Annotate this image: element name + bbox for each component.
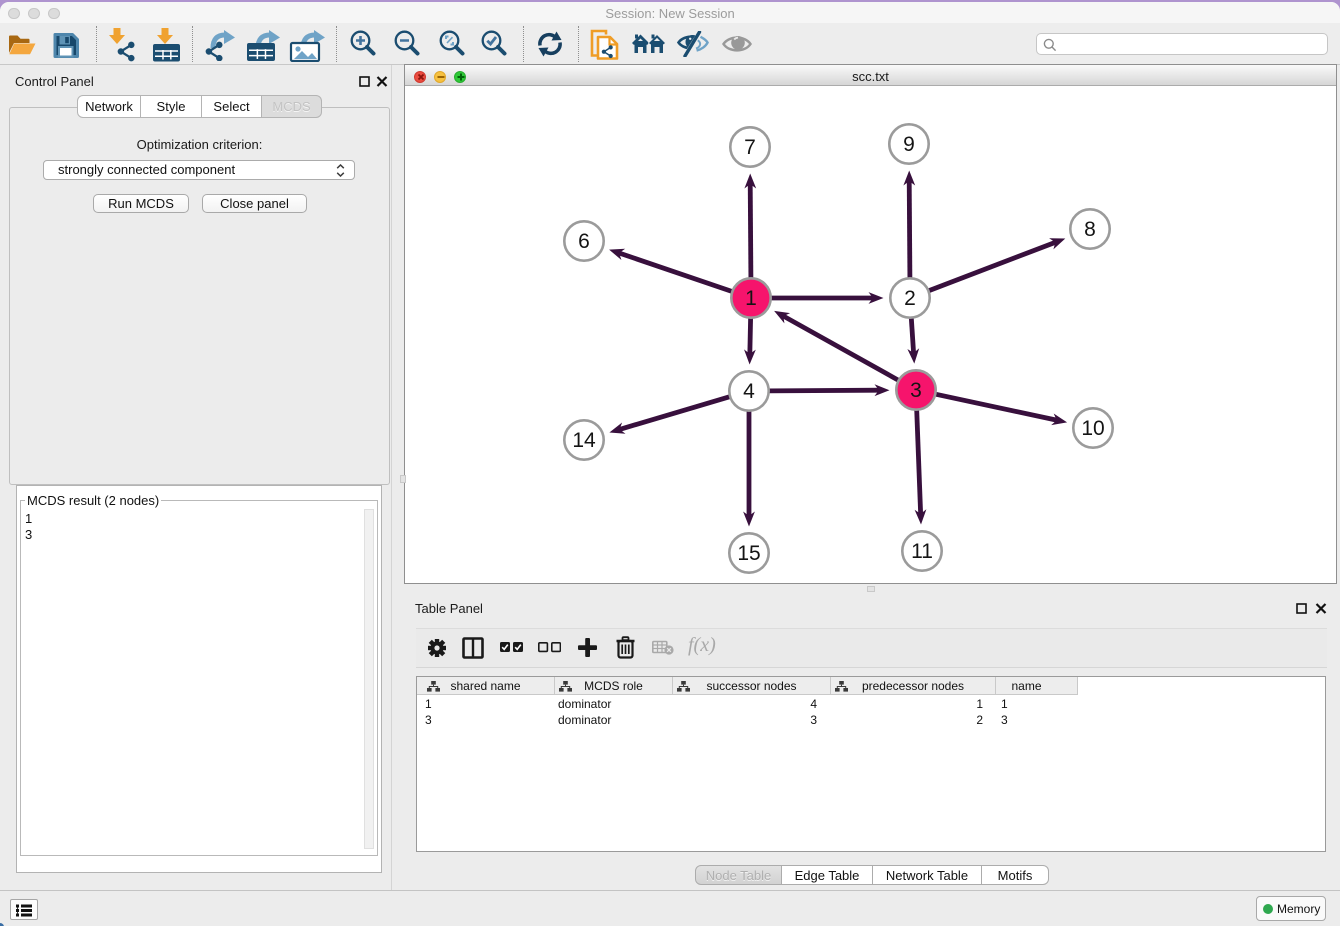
- svg-text:2: 2: [904, 287, 916, 310]
- svg-text:7: 7: [744, 136, 756, 159]
- svg-text:10: 10: [1081, 417, 1104, 440]
- svg-text:14: 14: [572, 429, 596, 452]
- svg-text:15: 15: [737, 542, 760, 565]
- svg-text:1: 1: [745, 287, 757, 310]
- svg-text:9: 9: [903, 133, 915, 156]
- svg-text:11: 11: [911, 540, 933, 563]
- svg-text:6: 6: [578, 230, 590, 253]
- svg-text:4: 4: [743, 380, 755, 403]
- svg-text:8: 8: [1084, 218, 1096, 241]
- svg-text:3: 3: [910, 379, 922, 402]
